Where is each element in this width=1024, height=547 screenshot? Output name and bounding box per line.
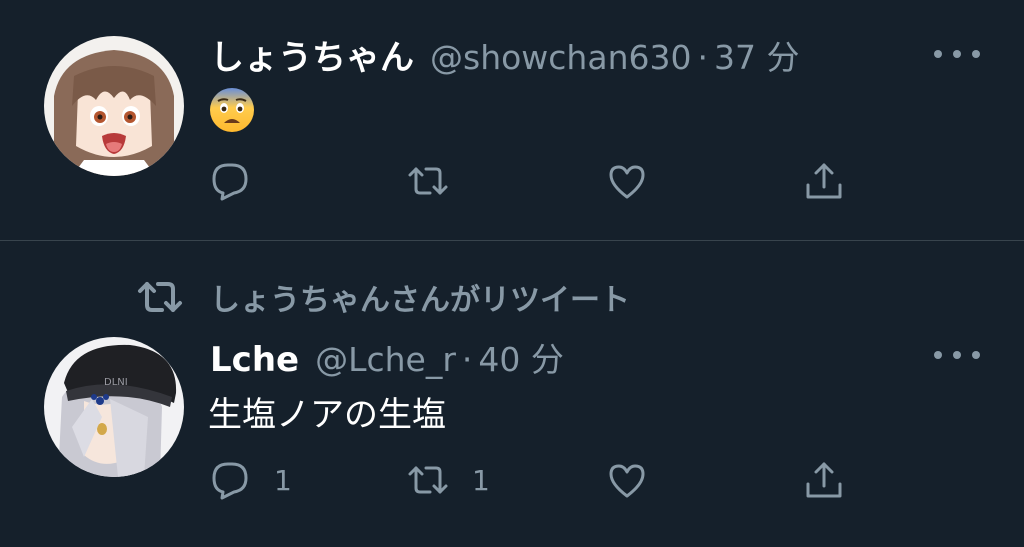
retweet-icon [408,466,448,494]
tweet[interactable]: しょうちゃんさんがリツイート DLNI Lche @Lche_r · 40 分 … [0,241,1024,547]
share-button[interactable] [802,455,846,505]
timestamp[interactable]: 40 分 [478,333,563,381]
tweet-header: しょうちゃん @showchan630 · 37 分 [210,30,799,78]
more-icon[interactable] [934,44,980,64]
timestamp[interactable]: 37 分 [714,31,799,79]
tweet-text: 生塩ノアの生塩 [208,395,446,435]
like-button[interactable] [605,455,671,505]
reply-button[interactable]: 1 [208,455,292,505]
retweet-button[interactable]: 1 [406,455,490,505]
user-handle[interactable]: @Lche_r [315,340,456,379]
retweet-context[interactable]: しょうちゃんさんがリツイート [136,275,630,319]
like-button[interactable] [605,156,671,206]
heart-icon [609,464,645,498]
display-name[interactable]: Lche [210,340,299,380]
share-button[interactable] [802,156,846,206]
reply-icon [212,163,248,201]
retweet-button[interactable] [406,156,472,206]
reply-icon [212,462,248,500]
avatar[interactable] [44,36,184,176]
display-name[interactable]: しょうちゃん [210,30,414,79]
retweet-icon [138,282,182,312]
timeline: しょうちゃん @showchan630 · 37 分 しょうちゃんさんがリツイー… [0,0,1024,547]
user-handle[interactable]: @showchan630 [430,38,691,77]
tweet-body [208,86,256,134]
separator: · [697,38,708,77]
separator: · [461,340,473,379]
fearful-face-emoji [210,88,254,132]
svg-text:DLNI: DLNI [104,377,128,388]
tweet-actions: 1 1 [0,455,1024,505]
heart-icon [609,165,645,199]
retweet-context-label: しょうちゃんさんがリツイート [210,283,630,318]
reply-button[interactable] [208,156,274,206]
retweet-icon [408,167,448,195]
retweet-count: 1 [472,463,490,497]
reply-count: 1 [274,463,292,497]
share-icon [806,163,842,199]
tweet[interactable]: しょうちゃん @showchan630 · 37 分 [0,0,1024,240]
tweet-header: Lche @Lche_r · 40 分 [210,333,564,380]
tweet-actions [0,156,1024,206]
share-icon [806,462,842,498]
more-icon[interactable] [934,345,980,365]
